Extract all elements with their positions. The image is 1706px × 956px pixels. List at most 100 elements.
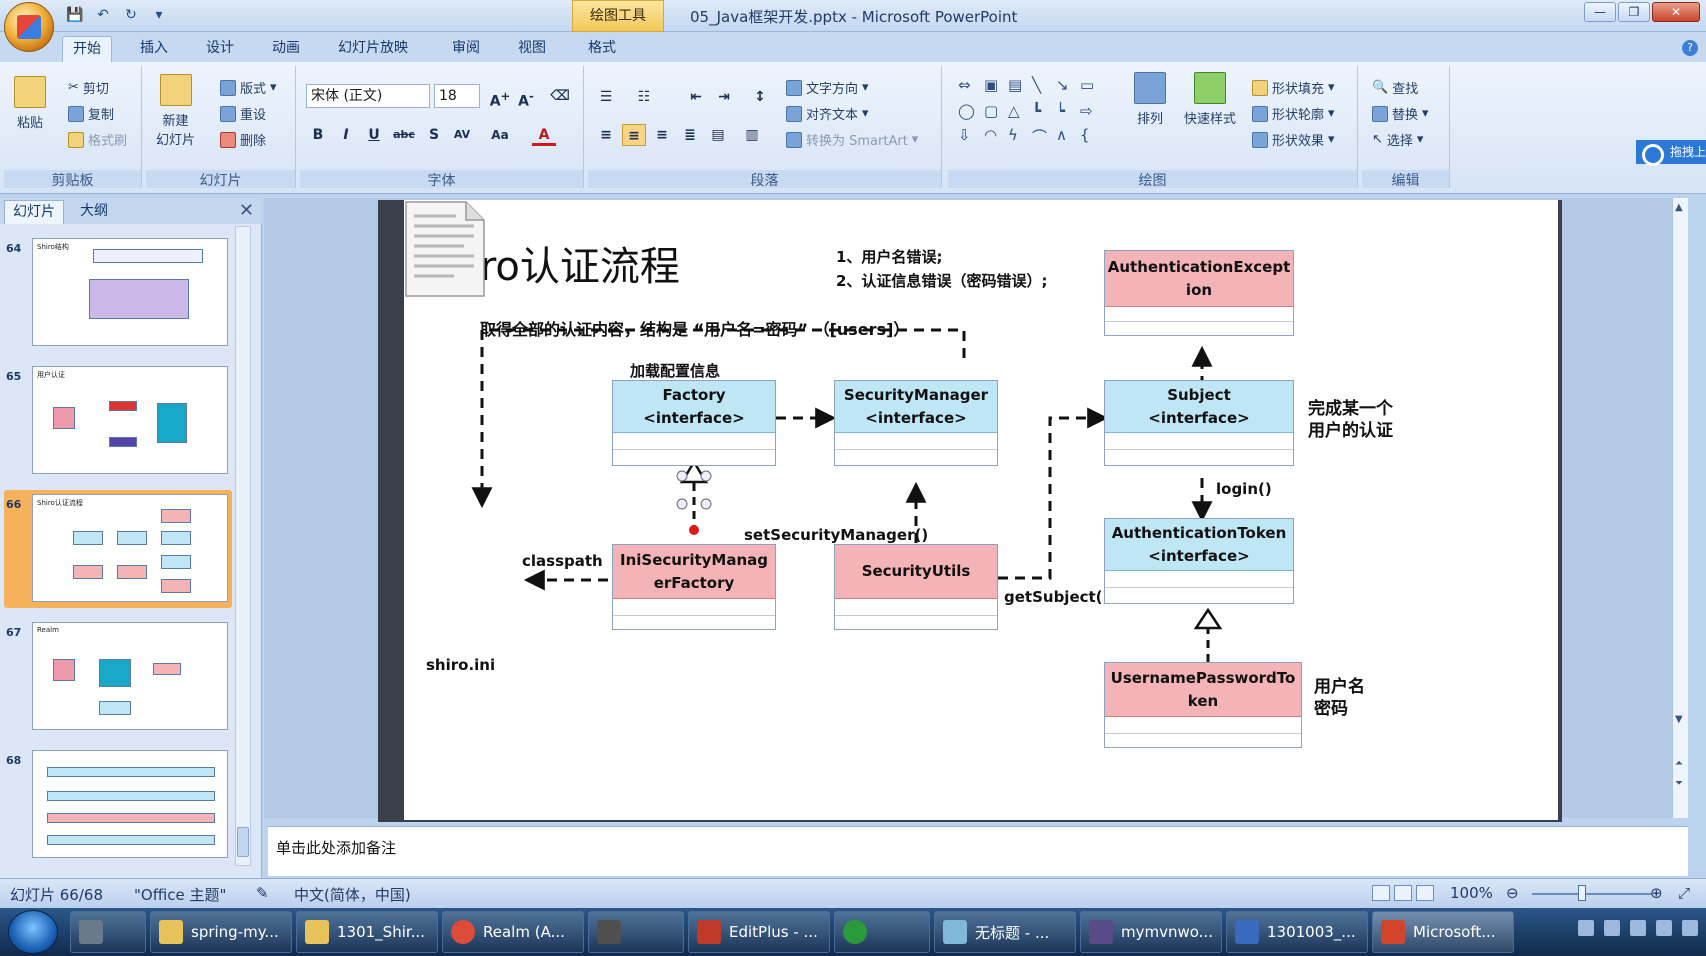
shape-effects-button[interactable]: 形状效果 ▾ bbox=[1252, 130, 1335, 149]
slide-thumbnail-selected[interactable]: 66 Shiro认证流程 bbox=[4, 490, 232, 608]
brace-shape-icon[interactable]: { bbox=[1080, 126, 1090, 144]
tray-expand-icon[interactable] bbox=[1604, 920, 1620, 936]
shrink-font-button[interactable]: A- bbox=[514, 85, 538, 110]
line-shape-icon[interactable]: ╲ bbox=[1032, 76, 1041, 94]
rectangle-shape-icon[interactable]: ▭ bbox=[1080, 76, 1094, 94]
next-slide-icon[interactable]: ⏷ bbox=[1675, 778, 1683, 789]
taskbar-app[interactable]: mymvnwo... bbox=[1080, 911, 1222, 953]
copy-button[interactable]: 复制 bbox=[68, 104, 114, 123]
textbox-vertical-shape-icon[interactable]: ▤ bbox=[1008, 76, 1022, 94]
redo-icon[interactable]: ↻ bbox=[120, 4, 142, 26]
keyboard-icon[interactable] bbox=[1578, 920, 1594, 936]
shadow-button[interactable]: S bbox=[422, 124, 446, 146]
decrease-indent-button[interactable]: ⇤ bbox=[684, 86, 708, 108]
tab-insert[interactable]: 插入 bbox=[130, 36, 178, 62]
replace-button[interactable]: 替换 ▾ bbox=[1372, 104, 1429, 123]
classpath-label[interactable]: classpath bbox=[522, 552, 603, 570]
strikethrough-button[interactable]: abc bbox=[392, 124, 416, 146]
office-button[interactable] bbox=[4, 2, 54, 52]
save-icon[interactable]: 💾 bbox=[64, 4, 86, 26]
zoom-slider[interactable] bbox=[1532, 893, 1652, 895]
close-button[interactable]: ✕ bbox=[1652, 2, 1700, 22]
zoom-level[interactable]: 100% bbox=[1450, 884, 1493, 902]
customize-qat-icon[interactable]: ▾ bbox=[148, 4, 170, 26]
arrow-shape-icon[interactable]: ⇔ bbox=[958, 76, 971, 94]
zoom-slider-thumb[interactable] bbox=[1578, 885, 1586, 901]
tab-outline[interactable]: 大纲 bbox=[72, 200, 116, 224]
tab-review[interactable]: 审阅 bbox=[442, 36, 490, 62]
taskbar-app[interactable]: 1301003_... bbox=[1226, 911, 1368, 953]
notes-pane[interactable]: 单击此处添加备注 bbox=[268, 826, 1688, 876]
shape-outline-button[interactable]: 形状轮廓 ▾ bbox=[1252, 104, 1335, 123]
drawing-tools-context-tab[interactable]: 绘图工具 bbox=[572, 0, 664, 32]
freeform-shape-icon[interactable]: ◠ bbox=[984, 126, 997, 144]
authentication-token-interface-box[interactable]: AuthenticationToken <interface> bbox=[1104, 518, 1294, 604]
font-name-select[interactable]: 宋体 (正文) bbox=[306, 84, 430, 108]
line-spacing-button[interactable]: ↕ bbox=[748, 86, 772, 108]
paste-button[interactable]: 粘贴 bbox=[14, 76, 46, 131]
tab-design[interactable]: 设计 bbox=[196, 36, 244, 62]
align-right-button[interactable]: ≡ bbox=[650, 124, 674, 146]
get-all-auth-note[interactable]: 取得全部的认证内容，结构是 “用户名=密码” （[users]） bbox=[480, 316, 909, 340]
text-direction-button[interactable]: 文字方向 ▾ bbox=[786, 78, 869, 97]
minimize-button[interactable]: — bbox=[1584, 2, 1616, 22]
elbow-arrow-shape-icon[interactable]: ┕ bbox=[1056, 102, 1065, 120]
reset-button[interactable]: 重设 bbox=[220, 104, 266, 123]
get-subject-label[interactable]: getSubject() bbox=[1004, 588, 1109, 606]
taskbar-app-active[interactable]: Microsoft... bbox=[1372, 911, 1514, 953]
spellcheck-icon[interactable]: ✎ bbox=[256, 884, 269, 902]
slideshow-view-button[interactable] bbox=[1416, 885, 1434, 901]
security-manager-interface-box[interactable]: SecurityManager <interface> bbox=[834, 380, 998, 466]
scroll-down-icon[interactable]: ▼ bbox=[1675, 714, 1683, 725]
slide-thumbnail[interactable]: 64 Shiro结构 bbox=[4, 234, 232, 352]
clear-format-button[interactable]: ⌫ bbox=[548, 85, 572, 107]
grow-font-button[interactable]: A+ bbox=[488, 85, 512, 110]
tab-format[interactable]: 格式 bbox=[578, 36, 626, 62]
factory-interface-box[interactable]: Factory <interface> bbox=[612, 380, 776, 466]
find-button[interactable]: 🔍 查找 bbox=[1372, 78, 1418, 97]
shiro-ini-label[interactable]: shiro.ini bbox=[426, 656, 495, 674]
panel-scrollbar[interactable] bbox=[235, 226, 251, 866]
error-note-2[interactable]: 2、认证信息错误（密码错误）; bbox=[836, 270, 1047, 291]
arrange-button[interactable]: 排列 bbox=[1134, 72, 1166, 127]
panel-scroll-thumb[interactable] bbox=[237, 827, 249, 857]
select-button[interactable]: ↖ 选择 ▾ bbox=[1372, 130, 1423, 149]
fit-to-window-icon[interactable]: ⤢ bbox=[1678, 884, 1690, 902]
change-case-button[interactable]: Aa bbox=[488, 124, 512, 146]
taskbar-app-pin[interactable] bbox=[70, 911, 146, 953]
align-left-button[interactable]: ≡ bbox=[594, 124, 618, 146]
taskbar-app[interactable]: Realm (A... bbox=[442, 911, 584, 953]
close-icon[interactable]: ✕ bbox=[239, 200, 254, 221]
shape-fill-button[interactable]: 形状填充 ▾ bbox=[1252, 78, 1335, 97]
load-config-note[interactable]: 加载配置信息 bbox=[630, 360, 720, 381]
new-slide-button[interactable]: 新建 幻灯片 bbox=[156, 74, 195, 148]
complete-auth-note-2[interactable]: 用户的认证 bbox=[1308, 416, 1393, 441]
distributed-button[interactable]: ▤ bbox=[706, 124, 730, 146]
start-button[interactable] bbox=[8, 910, 58, 954]
restore-button[interactable]: ❐ bbox=[1618, 2, 1650, 22]
lightning-shape-icon[interactable]: ϟ bbox=[1008, 126, 1018, 144]
password-note[interactable]: 密码 bbox=[1314, 694, 1348, 719]
language-indicator[interactable]: 中文(简体，中国) bbox=[294, 884, 411, 905]
down-arrow-shape-icon[interactable]: ⇩ bbox=[958, 126, 971, 144]
bullets-button[interactable]: ☰ bbox=[594, 86, 618, 108]
rounded-rect-shape-icon[interactable]: ▢ bbox=[984, 102, 998, 120]
taskbar-app[interactable]: 1301_Shir... bbox=[296, 911, 438, 953]
align-center-button[interactable]: ≡ bbox=[622, 124, 646, 146]
set-security-manager-label[interactable]: setSecurityManager() bbox=[744, 526, 928, 544]
taskbar-app[interactable]: EditPlus - ... bbox=[688, 911, 830, 953]
slide-thumbnail[interactable]: 67 Realm bbox=[4, 618, 232, 736]
ini-security-manager-factory-box[interactable]: IniSecurityManag erFactory bbox=[612, 544, 776, 630]
triangle-shape-icon[interactable]: △ bbox=[1008, 102, 1020, 120]
slide-thumbnail[interactable]: 65 用户认证 bbox=[4, 362, 232, 480]
tab-slideshow[interactable]: 幻灯片放映 bbox=[328, 36, 418, 62]
underline-button[interactable]: U bbox=[362, 124, 386, 146]
login-label[interactable]: login() bbox=[1216, 480, 1272, 498]
theme-name[interactable]: "Office 主题" bbox=[134, 884, 226, 905]
tab-animations[interactable]: 动画 bbox=[262, 36, 310, 62]
username-password-token-box[interactable]: UsernamePasswordTo ken bbox=[1104, 662, 1302, 748]
document-icon[interactable] bbox=[404, 200, 486, 298]
tab-home[interactable]: 开始 bbox=[62, 36, 112, 62]
taskbar-app[interactable]: 无标题 - ... bbox=[934, 911, 1076, 953]
error-note-1[interactable]: 1、用户名错误; bbox=[836, 246, 942, 267]
